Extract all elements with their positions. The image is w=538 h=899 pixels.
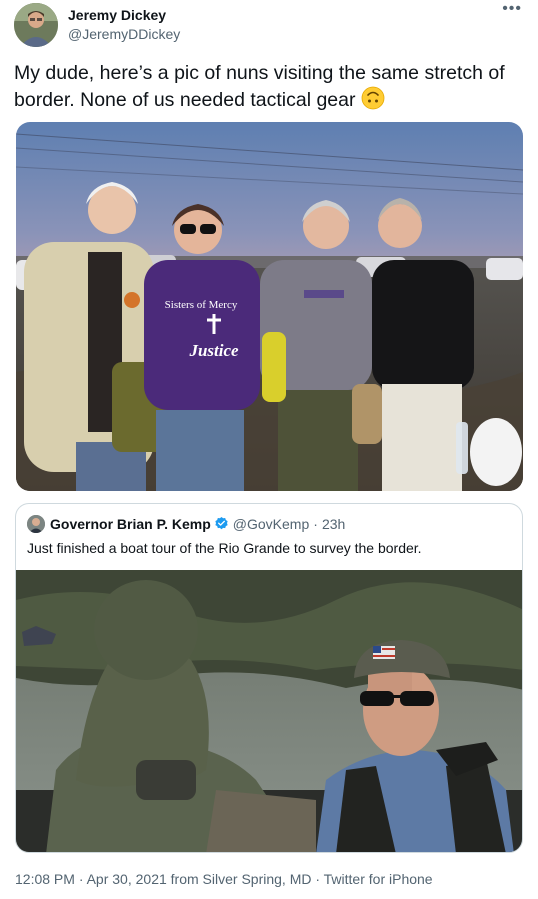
quoted-author-handle[interactable]: @GovKemp	[233, 516, 309, 532]
quoted-separator: ·	[313, 516, 318, 532]
tweet-body: My dude, here’s a pic of nuns visiting t…	[14, 60, 524, 113]
quoted-tweet[interactable]: Governor Brian P. Kemp @GovKemp · 23h Just …	[15, 503, 523, 853]
more-options-icon[interactable]: •••	[502, 0, 522, 18]
verified-badge-icon	[214, 516, 229, 531]
author-avatar[interactable]	[14, 3, 58, 47]
quoted-tweet-photo[interactable]	[16, 570, 522, 852]
upside-down-face-emoji-icon	[361, 86, 385, 110]
shirt-text-1: Sisters of Mercy	[165, 299, 238, 311]
tweet-timestamp-source[interactable]: 12:08 PM · Apr 30, 2021 from Silver Spri…	[15, 871, 433, 887]
quoted-time[interactable]: 23h	[322, 516, 345, 532]
tweet-photo-nuns[interactable]: Sisters of Mercy Justice	[16, 122, 523, 491]
tweet-text: My dude, here’s a pic of nuns visiting t…	[14, 62, 505, 111]
tweet-header: Jeremy Dickey @JeremyDDickey •••	[14, 0, 524, 47]
author-name[interactable]: Jeremy Dickey	[68, 7, 166, 23]
author-handle[interactable]: @JeremyDDickey	[68, 26, 180, 42]
quoted-author-line: Governor Brian P. Kemp @GovKemp · 23h	[50, 516, 345, 532]
quoted-author-name[interactable]: Governor Brian P. Kemp	[50, 516, 211, 532]
quoted-author-avatar[interactable]	[27, 515, 45, 533]
quoted-tweet-text: Just finished a boat tour of the Rio Gra…	[27, 540, 422, 556]
shirt-text-2: Justice	[188, 341, 239, 360]
